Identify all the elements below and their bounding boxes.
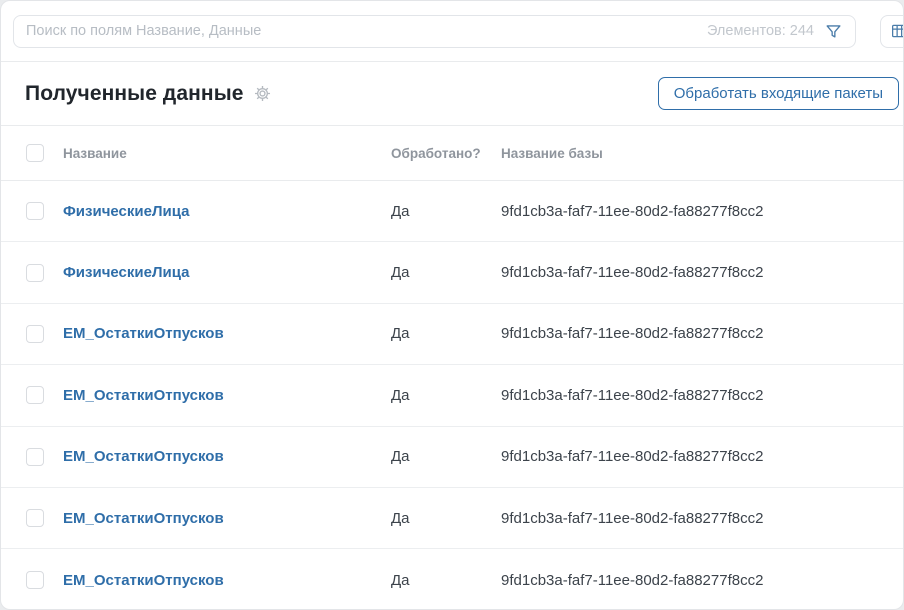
row-processed: Да [391, 264, 501, 281]
row-name-link[interactable]: ЕМ_ОстаткиОтпусков [63, 325, 391, 342]
row-processed: Да [391, 325, 501, 342]
column-header-processed: Обработано? [391, 146, 501, 161]
search-box[interactable]: Элементов: 244 [13, 15, 856, 48]
table-row: ЕМ_ОстаткиОтпусков Да 9fd1cb3a-faf7-11ee… [1, 488, 903, 549]
topbar: Элементов: 244 [1, 1, 903, 62]
row-database: 9fd1cb3a-faf7-11ee-80d2-fa88277f8cc2 [501, 203, 903, 220]
table-header-row: Название Обработано? Название базы [1, 126, 903, 181]
received-data-panel: Элементов: 244 Полученные данные [0, 0, 904, 610]
row-checkbox[interactable] [26, 264, 44, 282]
row-name-link[interactable]: ЕМ_ОстаткиОтпусков [63, 510, 391, 527]
select-all-checkbox[interactable] [26, 144, 44, 162]
row-checkbox[interactable] [26, 448, 44, 466]
row-database: 9fd1cb3a-faf7-11ee-80d2-fa88277f8cc2 [501, 572, 903, 589]
row-checkbox[interactable] [26, 202, 44, 220]
row-database: 9fd1cb3a-faf7-11ee-80d2-fa88277f8cc2 [501, 510, 903, 527]
items-count-badge: Элементов: 244 [707, 23, 814, 39]
row-name-link[interactable]: ФизическиеЛица [63, 264, 391, 281]
page-title: Полученные данные [25, 82, 244, 106]
column-header-name: Название [63, 146, 391, 161]
filter-funnel-icon[interactable] [824, 22, 843, 41]
row-processed: Да [391, 572, 501, 589]
row-database: 9fd1cb3a-faf7-11ee-80d2-fa88277f8cc2 [501, 448, 903, 465]
row-database: 9fd1cb3a-faf7-11ee-80d2-fa88277f8cc2 [501, 387, 903, 404]
table-row: ЕМ_ОстаткиОтпусков Да 9fd1cb3a-faf7-11ee… [1, 549, 903, 610]
row-processed: Да [391, 203, 501, 220]
row-processed: Да [391, 387, 501, 404]
process-incoming-packets-button[interactable]: Обработать входящие пакеты [658, 77, 899, 110]
table-row: ФизическиеЛица Да 9fd1cb3a-faf7-11ee-80d… [1, 181, 903, 242]
row-name-link[interactable]: ЕМ_ОстаткиОтпусков [63, 448, 391, 465]
row-name-link[interactable]: ФизическиеЛица [63, 203, 391, 220]
row-name-link[interactable]: ЕМ_ОстаткиОтпусков [63, 572, 391, 589]
row-checkbox[interactable] [26, 509, 44, 527]
column-settings-button[interactable] [880, 15, 904, 48]
table-row: ФизическиеЛица Да 9fd1cb3a-faf7-11ee-80d… [1, 242, 903, 303]
row-checkbox[interactable] [26, 325, 44, 343]
title-row: Полученные данные [1, 62, 903, 126]
gear-icon[interactable] [253, 84, 272, 103]
table-row: ЕМ_ОстаткиОтпусков Да 9fd1cb3a-faf7-11ee… [1, 304, 903, 365]
row-processed: Да [391, 510, 501, 527]
row-database: 9fd1cb3a-faf7-11ee-80d2-fa88277f8cc2 [501, 325, 903, 342]
search-input[interactable] [26, 23, 697, 39]
column-header-database: Название базы [501, 146, 903, 161]
row-database: 9fd1cb3a-faf7-11ee-80d2-fa88277f8cc2 [501, 264, 903, 281]
row-name-link[interactable]: ЕМ_ОстаткиОтпусков [63, 387, 391, 404]
table-row: ЕМ_ОстаткиОтпусков Да 9fd1cb3a-faf7-11ee… [1, 427, 903, 488]
row-processed: Да [391, 448, 501, 465]
row-checkbox[interactable] [26, 386, 44, 404]
table-icon [890, 22, 904, 40]
table-row: ЕМ_ОстаткиОтпусков Да 9fd1cb3a-faf7-11ee… [1, 365, 903, 426]
row-checkbox[interactable] [26, 571, 44, 589]
